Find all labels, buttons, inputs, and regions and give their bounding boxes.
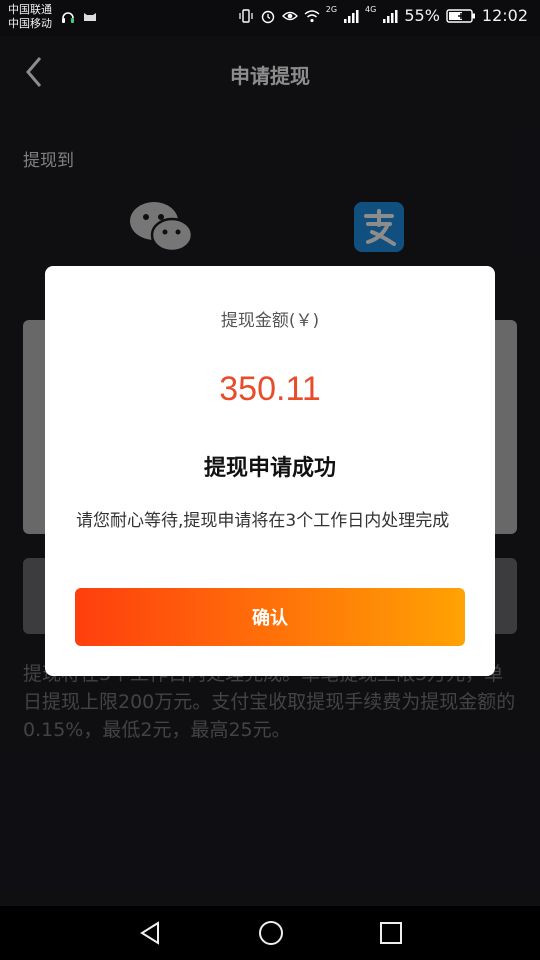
headset-icon	[62, 12, 74, 23]
carrier-1: 中国联通	[8, 3, 52, 16]
status-bar: 中国联通 中国移动 2G 4G 55% 12:02	[0, 0, 540, 36]
clock: 12:02	[481, 6, 528, 25]
network-type-2: 4G	[365, 5, 377, 14]
nav-recent-apps-icon[interactable]	[377, 919, 405, 947]
network-type-1: 2G	[325, 5, 338, 14]
status-right: 2G 4G 55% 12:02	[238, 5, 528, 25]
signal-icon-2	[383, 9, 398, 23]
success-description: 请您耐心等待,提现申请将在3个工作日内处理完成	[76, 511, 450, 531]
eye-icon	[281, 11, 298, 20]
nav-home-icon[interactable]	[257, 919, 285, 947]
withdraw-amount: 350.11	[219, 370, 321, 408]
carrier-2: 中国移动	[8, 17, 52, 30]
wifi-icon	[304, 9, 320, 22]
nav-back-icon[interactable]	[136, 919, 164, 947]
vibrate-icon	[239, 8, 253, 23]
notification-icons	[60, 9, 98, 25]
battery-charging-icon	[446, 8, 475, 23]
success-dialog: 提现金额(￥) 350.11 提现申请成功 请您耐心等待,提现申请将在3个工作日…	[45, 266, 495, 676]
success-title: 提现申请成功	[203, 456, 336, 481]
confirm-button[interactable]: 确认	[75, 588, 465, 646]
carrier-labels: 中国联通 中国移动	[8, 3, 52, 31]
alarm-icon	[261, 10, 274, 23]
system-nav-bar	[0, 906, 540, 960]
cat-icon	[84, 13, 96, 21]
signal-icon-1	[344, 9, 359, 23]
amount-label: 提现金额(￥)	[220, 311, 320, 331]
battery-percent: 55%	[404, 6, 440, 25]
